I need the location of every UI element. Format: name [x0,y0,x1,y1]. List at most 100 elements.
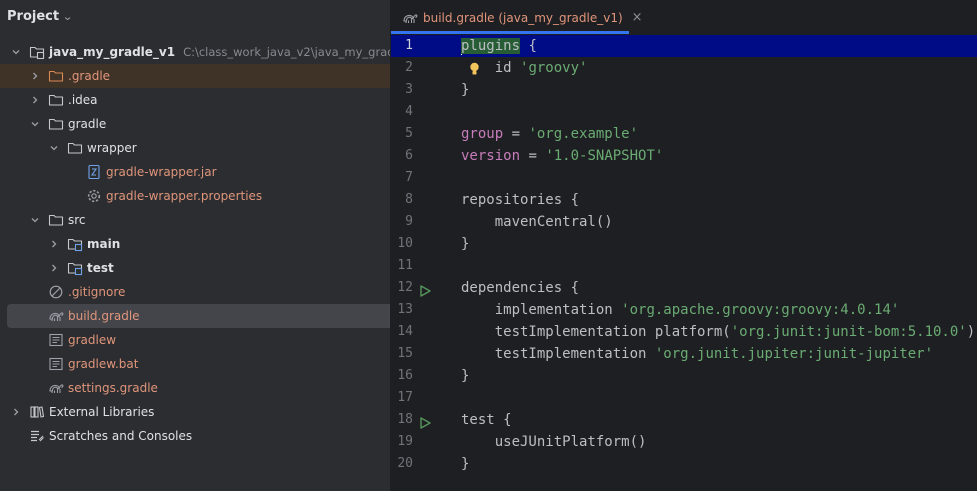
code-line[interactable]: 20} [391,453,977,475]
tree-item-label: gradlew.bat [68,357,139,371]
line-number: 15 [397,346,413,361]
code-line[interactable]: 11 [391,255,977,277]
string-literal: 'org.example' [528,126,639,142]
tree-item-wrapper[interactable]: wrapper [0,136,438,160]
folder-icon [48,68,64,84]
code-text: testImplementation 'org.junit.jupiter:ju… [461,343,933,365]
caret-word: plugins [461,38,521,54]
code-text: mavenCentral() [461,211,613,233]
code-token: testImplementation platform( [461,324,731,340]
tree-item-label: gradle [68,117,107,131]
close-icon[interactable]: × [632,10,643,25]
code-line[interactable]: 6 version = '1.0-SNAPSHOT' [391,145,977,167]
folder-icon [48,92,64,108]
tree-item-root[interactable]: java_my_gradle_v1 C:\class_work_java_v2\j… [0,40,400,64]
code-line[interactable]: 16} [391,365,977,387]
code-token: ) [966,324,976,340]
line-number: 11 [397,258,413,273]
tree-item-wrapper-jar[interactable]: gradle-wrapper.jar [0,160,457,184]
tree-item-gradlew[interactable]: gradlew [0,328,419,352]
project-view-title[interactable]: Project ⌄ [7,6,74,26]
tree-item-label: settings.gradle [68,381,158,395]
tree-item-label: src [68,213,86,227]
code-token: { [520,38,537,54]
code-line[interactable]: 2 id 'groovy' [391,57,977,79]
run-gutter-icon[interactable] [419,282,431,297]
tree-item-ext-libs[interactable]: External Libraries [0,400,400,424]
tree-item-dot-gradle[interactable]: .gradle [0,64,419,88]
code-token: implementation [461,302,622,318]
code-line[interactable]: 8 repositories { [391,189,977,211]
tree-item-label: Scratches and Consoles [49,429,193,443]
chevron-down-icon[interactable] [10,46,22,58]
gradle-icon [48,308,64,324]
tree-item-gradlew-bat[interactable]: gradlew.bat [0,352,419,376]
tree-item-settings-gradle[interactable]: settings.gradle [0,376,419,400]
tree-item-build-gradle[interactable]: build.gradle [7,304,400,328]
tree-item-scratches[interactable]: Scratches and Consoles [0,424,400,448]
tree-item-main[interactable]: main [0,232,438,256]
code-line[interactable]: 1 plugins { [391,35,977,57]
run-gutter-icon[interactable] [419,414,431,429]
chevron-down-icon[interactable] [29,214,41,226]
tab-build-gradle[interactable]: build.gradle (java_my_gradle_v1) × [391,0,643,35]
code-token: } [461,368,470,384]
code-text: useJUnitPlatform() [461,431,647,453]
tree-item-src[interactable]: src [0,208,419,232]
active-tab-indicator [391,31,629,34]
tree-item-label: gradlew [68,333,117,347]
tree-item-test[interactable]: test [0,256,438,280]
code-line[interactable]: 14 testImplementation platform('org.juni… [391,321,977,343]
code-line[interactable]: 12 dependencies { [391,277,977,299]
gitignore-icon [48,284,64,300]
chevron-right-icon[interactable] [29,94,41,106]
property-name: version [461,148,521,164]
code-line[interactable]: 5 group = 'org.example' [391,123,977,145]
string-literal: 'org.apache.groovy:groovy:4.0.14' [621,302,900,318]
code-line[interactable]: 13 implementation 'org.apache.groovy:gro… [391,299,977,321]
code-text: plugins { [461,35,537,57]
chevron-right-icon[interactable] [48,262,60,274]
tree-item-idea[interactable]: .idea [0,88,419,112]
tree-item-label: External Libraries [49,405,155,419]
code-line[interactable]: 18 test { [391,409,977,431]
code-line[interactable]: 3} [391,79,977,101]
chevron-right-icon[interactable] [29,70,41,82]
code-line[interactable]: 9 mavenCentral() [391,211,977,233]
chevron-right-icon[interactable] [10,406,22,418]
code-token: dependencies { [461,280,580,296]
code-token: } [461,236,470,252]
code-token: = [520,148,546,164]
tree-item-label: .idea [68,93,98,107]
line-number: 12 [397,280,413,295]
tree-item-label: wrapper [87,141,137,155]
chevron-down-icon[interactable] [29,118,41,130]
line-number: 16 [397,368,413,383]
code-line[interactable]: 17 [391,387,977,409]
tree-item-gradle[interactable]: gradle [0,112,419,136]
line-number: 5 [405,126,413,141]
code-editor[interactable]: 1 plugins {2 id 'groovy' 3} 4 5 group = 'org.… [391,35,977,491]
code-text: implementation 'org.apache.groovy:groovy… [461,299,900,321]
chevron-right-icon[interactable] [48,238,60,250]
code-text: dependencies { [461,277,579,299]
scratches-icon [29,428,45,444]
tree-item-label: .gitignore [68,285,126,299]
code-line[interactable]: 19 useJUnitPlatform() [391,431,977,453]
code-line[interactable]: 10} [391,233,977,255]
code-text: } [461,79,469,101]
source-folder-icon [67,236,83,252]
tree-item-gitignore[interactable]: .gitignore [0,280,419,304]
line-number: 1 [405,38,413,53]
gear-icon [86,188,102,204]
code-line[interactable]: 4 [391,101,977,123]
chevron-down-icon[interactable] [48,142,60,154]
code-line[interactable]: 15 testImplementation 'org.junit.jupiter… [391,343,977,365]
code-line[interactable]: 7 [391,167,977,189]
tree-item-wrapper-props[interactable]: gradle-wrapper.properties [0,184,457,208]
tree-item-label: .gradle [68,69,111,83]
chevron-down-icon: ⌄ [62,9,74,23]
code-token: = [503,126,529,142]
line-number: 3 [405,82,413,97]
code-token: mavenCentral() [461,214,613,230]
